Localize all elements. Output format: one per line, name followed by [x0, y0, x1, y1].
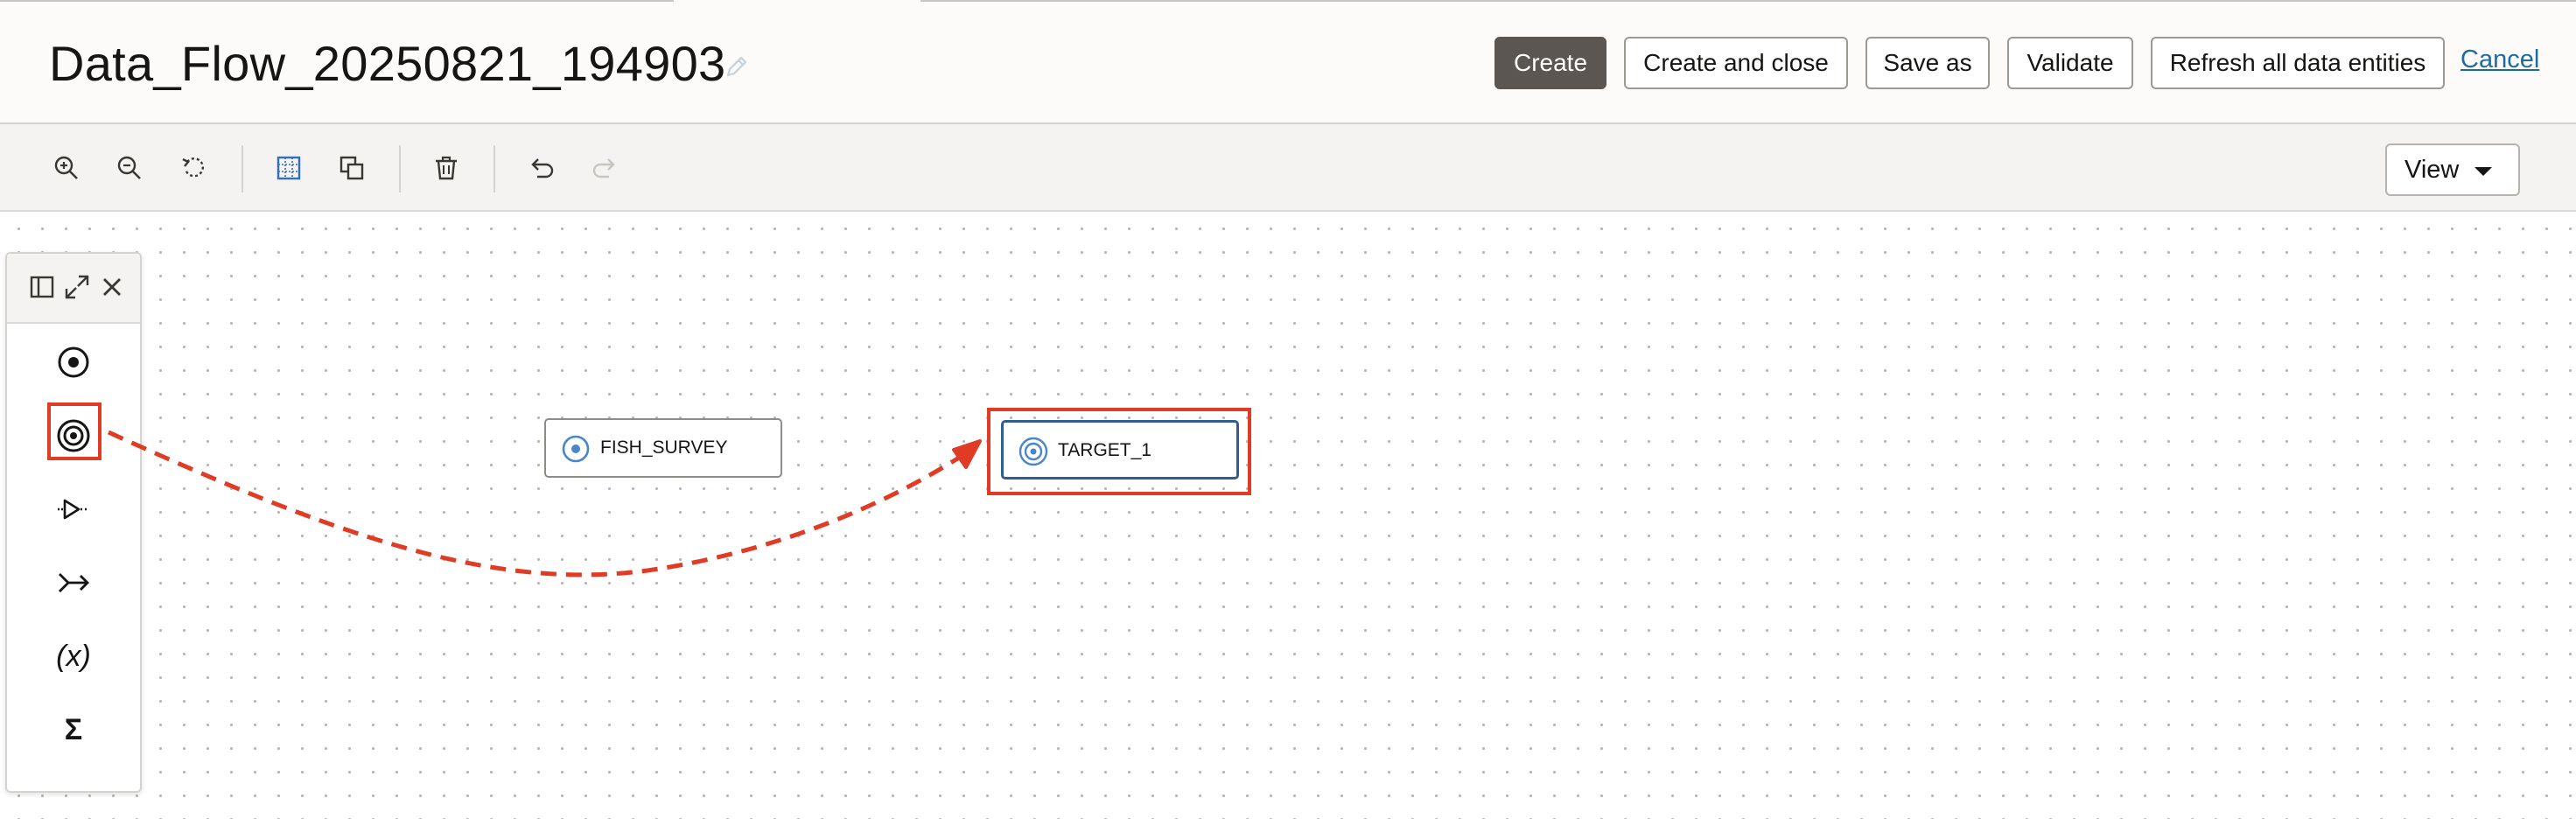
filter-operator-icon[interactable] — [47, 483, 100, 536]
source-node-fish-survey[interactable]: FISH_SURVEY — [544, 418, 782, 478]
zoom-out-icon[interactable] — [112, 150, 147, 186]
palette-header — [7, 254, 140, 324]
close-icon[interactable] — [98, 273, 126, 301]
page-header: Data_Flow_20250821_194903 Create Create … — [0, 0, 2576, 124]
header-top-border-right — [920, 0, 2576, 2]
toolbar-divider — [399, 145, 401, 192]
undo-icon[interactable] — [523, 150, 558, 186]
panel-icon[interactable] — [28, 273, 56, 301]
canvas-toolbar: View — [0, 124, 2576, 212]
reset-zoom-icon[interactable] — [177, 150, 212, 186]
create-and-close-button[interactable]: Create and close — [1624, 37, 1848, 89]
redo-icon[interactable] — [588, 150, 623, 186]
zoom-in-icon[interactable] — [49, 150, 84, 186]
cancel-link[interactable]: Cancel — [2460, 46, 2539, 74]
data-flow-canvas[interactable] — [0, 212, 2576, 819]
expand-icon[interactable] — [63, 273, 91, 301]
grid-icon[interactable] — [271, 150, 306, 186]
edit-pencil-icon[interactable] — [723, 52, 751, 80]
header-top-border — [0, 0, 674, 2]
annotation-highlight-palette-target — [47, 402, 102, 460]
toolbar-divider — [494, 145, 495, 192]
toolbar-divider — [242, 145, 243, 192]
delete-icon[interactable] — [429, 150, 464, 186]
view-dropdown[interactable]: View — [2385, 144, 2520, 196]
annotation-highlight-target-node — [987, 408, 1251, 495]
node-label: FISH_SURVEY — [600, 438, 728, 458]
validate-button[interactable]: Validate — [2007, 37, 2133, 89]
aggregate-operator-icon[interactable]: Σ — [47, 704, 100, 756]
create-button[interactable]: Create — [1494, 37, 1606, 89]
page-title: Data_Flow_20250821_194903 — [49, 36, 726, 91]
source-operator-icon[interactable] — [47, 336, 100, 388]
save-as-button[interactable]: Save as — [1866, 37, 1990, 89]
copy-icon[interactable] — [334, 150, 369, 186]
expression-operator-icon[interactable]: (x) — [47, 630, 100, 682]
view-dropdown-label: View — [2404, 155, 2460, 184]
chevron-down-icon — [2474, 167, 2492, 176]
join-operator-icon[interactable] — [47, 556, 100, 609]
source-node-icon — [562, 435, 590, 463]
operator-palette: (x) Σ — [5, 252, 142, 793]
refresh-all-data-entities-button[interactable]: Refresh all data entities — [2151, 37, 2445, 89]
